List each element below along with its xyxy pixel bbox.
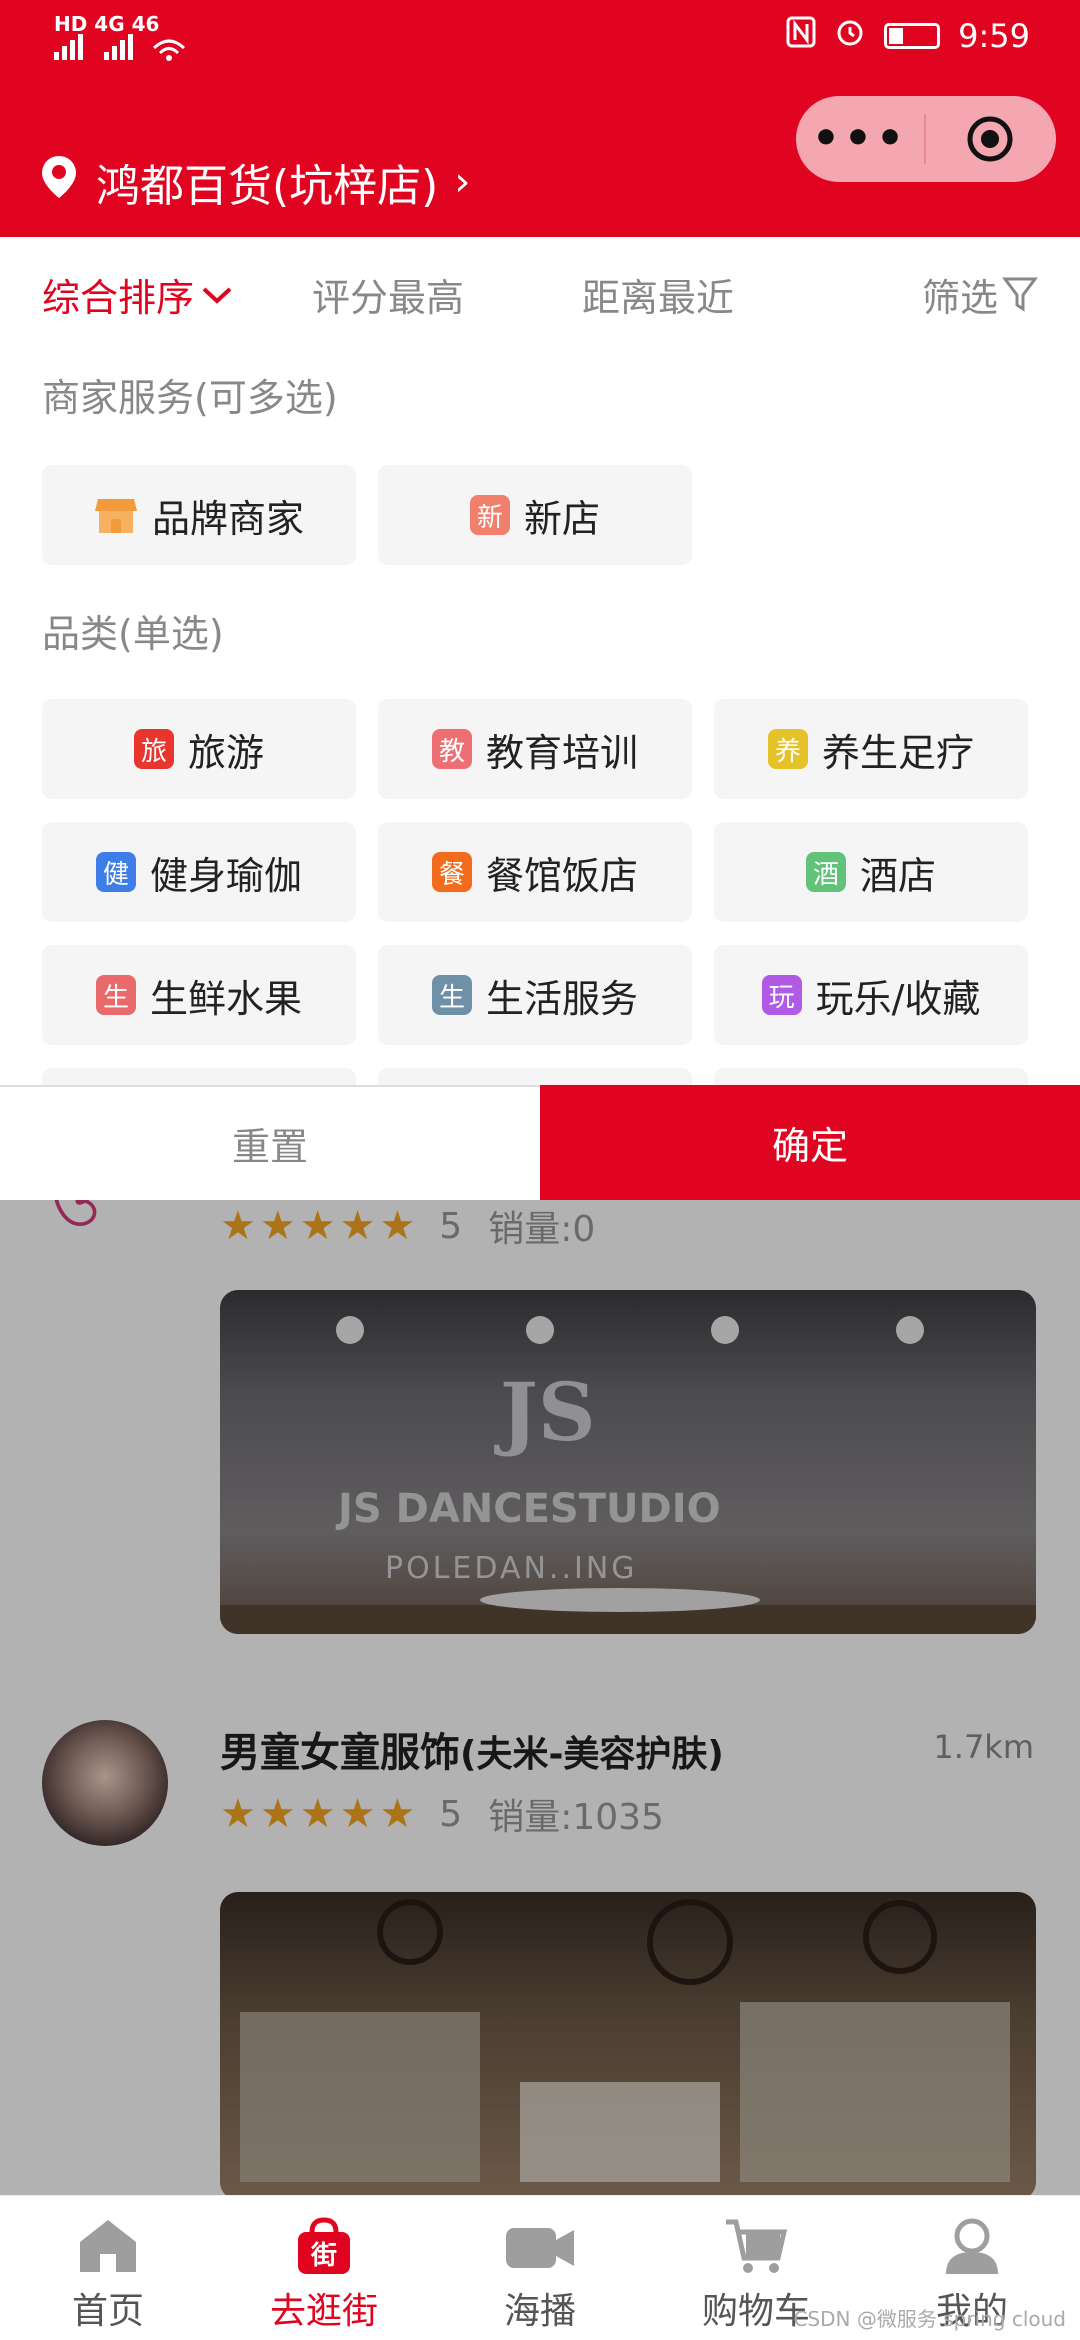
- alarm-icon: [834, 16, 866, 56]
- chevron-down-icon: [202, 287, 232, 304]
- battery-icon: [884, 23, 941, 49]
- chip-label: 玩乐/收藏: [815, 976, 981, 1021]
- cart-icon: [726, 2219, 788, 2273]
- location-pin-icon: [40, 154, 78, 211]
- chip-label: 餐馆饭店: [485, 853, 638, 898]
- fresh-tag-icon: 生: [95, 975, 136, 1015]
- chip-label: 酒店: [859, 853, 936, 898]
- tab-label: 评分最高: [312, 276, 465, 320]
- category-title: 品类(单选): [42, 612, 224, 656]
- location-name: 鸿都百货(坑梓店): [96, 161, 439, 212]
- street-bag-icon: 街: [298, 2217, 350, 2274]
- chip-label: 新店: [523, 496, 600, 541]
- status-time: 9:59: [958, 17, 1030, 55]
- svg-text:街: 街: [310, 2241, 337, 2271]
- tab-label: 综合排序: [42, 276, 195, 320]
- reset-button[interactable]: 重置: [0, 1085, 540, 1200]
- tab-go-shopping[interactable]: 街 去逛街: [216, 2196, 432, 2340]
- signal-text: HD 4G 46: [54, 12, 160, 36]
- chip-label: 养生足疗: [821, 730, 974, 775]
- filter-actions: 重置 确定: [0, 1085, 1080, 1200]
- tab-label: 去逛街: [269, 2291, 378, 2332]
- tab-highest-rating[interactable]: 评分最高: [312, 267, 464, 322]
- tab-nearest[interactable]: 距离最近: [582, 267, 734, 322]
- chip-brand-merchant[interactable]: 品牌商家: [42, 465, 356, 565]
- signal-bars-icon: [54, 34, 186, 61]
- funnel-icon: [1002, 277, 1039, 312]
- user-icon: [946, 2218, 998, 2274]
- status-bar-signal: HD 4G 46: [54, 14, 194, 65]
- chip-label: 教育培训: [485, 730, 638, 775]
- chip-category-fitness[interactable]: 健 健身瑜伽: [42, 822, 356, 922]
- confirm-button[interactable]: 确定: [540, 1085, 1080, 1200]
- reset-label: 重置: [231, 1125, 308, 1169]
- nfc-icon: [786, 16, 816, 56]
- chevron-right-icon: ›: [454, 159, 471, 205]
- travel-tag-icon: 旅: [133, 729, 174, 769]
- tab-filter[interactable]: 筛选: [922, 267, 1039, 322]
- chip-category-hotel[interactable]: 酒 酒店: [714, 822, 1028, 922]
- video-camera-icon: [506, 2228, 574, 2268]
- bottom-tab-bar: 首页 街 去逛街 海播 购物车 我的 CSDN @微服务 spring clou…: [0, 2195, 1080, 2340]
- education-tag-icon: 教: [431, 729, 472, 769]
- watermark-text: CSDN @微服务 spring cloud: [793, 2307, 1066, 2331]
- header: HD 4G 46 9:59 ••• 鸿都百货(坑梓店) ›: [0, 0, 1080, 237]
- hotel-tag-icon: 酒: [805, 852, 846, 892]
- tab-label: 海播: [503, 2291, 576, 2332]
- tab-label: 筛选: [922, 276, 999, 320]
- dim-overlay[interactable]: [0, 1200, 1080, 2195]
- chip-category-restaurant[interactable]: 餐 餐馆饭店: [378, 822, 692, 922]
- tab-label: 距离最近: [582, 276, 735, 320]
- merchant-services-title: 商家服务(可多选): [42, 376, 338, 420]
- more-options-icon[interactable]: •••: [796, 117, 924, 161]
- shop-icon: [94, 495, 138, 535]
- wellness-tag-icon: 养: [767, 729, 808, 769]
- sort-tabs: 综合排序 评分最高 距离最近 筛选: [0, 237, 1080, 347]
- tab-live[interactable]: 海播: [432, 2196, 648, 2340]
- status-bar-right: 9:59: [786, 16, 1030, 56]
- tab-label: 首页: [71, 2291, 144, 2332]
- chip-category-fresh-fruit[interactable]: 生 生鲜水果: [42, 945, 356, 1045]
- location-selector[interactable]: 鸿都百货(坑梓店) ›: [40, 150, 470, 214]
- tab-comprehensive-sort[interactable]: 综合排序: [42, 267, 234, 322]
- chip-label: 生鲜水果: [149, 976, 302, 1021]
- chip-label: 旅游: [187, 730, 264, 775]
- confirm-label: 确定: [771, 1124, 848, 1168]
- tab-home[interactable]: 首页: [0, 2196, 216, 2340]
- miniprogram-capsule[interactable]: •••: [796, 96, 1056, 182]
- restaurant-tag-icon: 餐: [431, 852, 472, 892]
- fitness-tag-icon: 健: [95, 852, 136, 892]
- chip-category-travel[interactable]: 旅 旅游: [42, 699, 356, 799]
- chip-category-education[interactable]: 教 教育培训: [378, 699, 692, 799]
- new-tag-icon: 新: [469, 495, 510, 535]
- chip-new-store[interactable]: 新 新店: [378, 465, 692, 565]
- chip-label: 生活服务: [485, 976, 638, 1021]
- home-icon: [80, 2220, 136, 2272]
- chip-label: 品牌商家: [151, 496, 304, 541]
- close-target-icon[interactable]: [926, 114, 1054, 164]
- fun-tag-icon: 玩: [761, 975, 802, 1015]
- chip-category-partial[interactable]: [714, 1068, 1028, 1085]
- chip-category-wellness[interactable]: 养 养生足疗: [714, 699, 1028, 799]
- life-tag-icon: 生: [431, 975, 472, 1015]
- chip-category-partial[interactable]: [42, 1068, 356, 1085]
- chip-category-partial[interactable]: [378, 1068, 692, 1085]
- chip-category-entertainment[interactable]: 玩 玩乐/收藏: [714, 945, 1028, 1045]
- filter-panel: 综合排序 评分最高 距离最近 筛选 商家服务(可多选) 品牌商家 新 新店 品类…: [0, 237, 1080, 1085]
- chip-category-life-service[interactable]: 生 生活服务: [378, 945, 692, 1045]
- chip-label: 健身瑜伽: [149, 853, 302, 898]
